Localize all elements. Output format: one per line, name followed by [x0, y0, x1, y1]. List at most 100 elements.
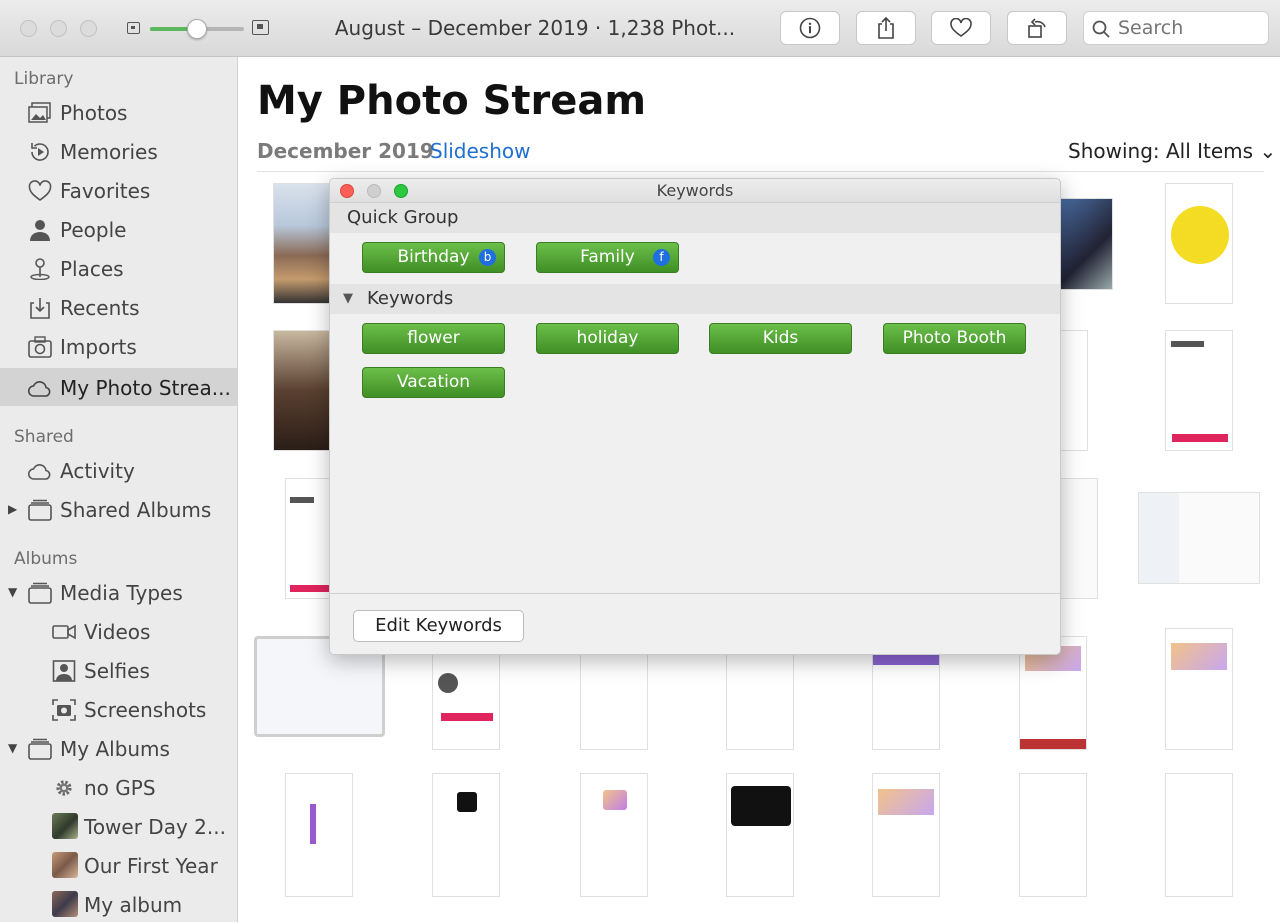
keyword-tag-vacation[interactable]: Vacation	[362, 367, 505, 398]
pin-icon	[30, 258, 50, 280]
keywords-section-label: Keywords	[367, 288, 454, 309]
sidebar-item-tower-day[interactable]: Tower Day 2...	[0, 807, 238, 845]
sidebar-item-recents[interactable]: Recents	[0, 288, 238, 326]
toolbar: August – December 2019 · 1,238 Phot...	[0, 0, 1280, 57]
keyword-tag-kids[interactable]: Kids	[709, 323, 852, 354]
photo-thumbnail[interactable]	[580, 773, 648, 897]
fullscreen-window-button[interactable]	[80, 20, 97, 37]
sidebar-item-screenshots[interactable]: Screenshots	[0, 690, 238, 728]
keyword-tag-flower[interactable]: flower	[362, 323, 505, 354]
sidebar-item-no-gps[interactable]: no GPS	[0, 768, 238, 806]
quick-group-tag-birthday[interactable]: Birthday b	[362, 242, 505, 273]
zoom-slider-knob[interactable]	[187, 19, 207, 39]
rotate-button[interactable]	[1007, 11, 1067, 45]
photo-thumbnail[interactable]	[872, 654, 940, 750]
tag-label: Family	[580, 247, 635, 267]
page-title: My Photo Stream	[257, 78, 647, 124]
photo-thumbnail[interactable]	[285, 773, 353, 897]
sidebar-item-label: People	[60, 218, 127, 242]
sidebar-item-label: Memories	[60, 140, 158, 164]
share-button[interactable]	[856, 11, 916, 45]
photo-thumbnail[interactable]	[1165, 628, 1233, 750]
screenshot-icon	[52, 699, 76, 721]
disclosure-down-icon[interactable]: ▼	[8, 585, 17, 599]
sidebar-item-label: Photos	[60, 101, 128, 125]
thumbnail-graphic	[603, 790, 627, 810]
sidebar-item-imports[interactable]: Imports	[0, 327, 238, 365]
keyword-tag-holiday[interactable]: holiday	[536, 323, 679, 354]
sidebar-item-people[interactable]: People	[0, 210, 238, 248]
sidebar-item-label: My Photo Strea...	[60, 376, 231, 400]
photo-thumbnail[interactable]	[273, 330, 333, 451]
minimize-panel-button[interactable]	[367, 184, 381, 198]
sidebar-item-favorites[interactable]: Favorites	[0, 171, 238, 209]
sidebar-item-label: Tower Day 2...	[84, 815, 226, 839]
cloud-icon	[28, 381, 51, 397]
photo-thumbnail[interactable]	[273, 183, 333, 304]
zoom-in-icon[interactable]	[252, 20, 269, 35]
photo-thumbnail[interactable]	[726, 773, 794, 897]
close-panel-button[interactable]	[340, 184, 354, 198]
shortcut-badge: b	[479, 249, 496, 266]
zoom-out-icon[interactable]	[127, 22, 140, 34]
photo-thumbnail[interactable]	[285, 478, 335, 599]
disclosure-right-icon[interactable]: ▶	[8, 502, 17, 516]
sidebar-item-memories[interactable]: Memories	[0, 132, 238, 170]
person-icon	[30, 220, 50, 241]
edit-keywords-button[interactable]: Edit Keywords	[353, 610, 524, 642]
sidebar-item-places[interactable]: Places	[0, 249, 238, 287]
keyword-tag-photo-booth[interactable]: Photo Booth	[883, 323, 1026, 354]
camera-icon	[28, 336, 52, 358]
photo-thumbnail[interactable]	[726, 654, 794, 750]
shortcut-badge: f	[653, 249, 670, 266]
chevron-down-icon: ⌄	[1259, 139, 1277, 163]
library-header: Library	[14, 69, 74, 89]
sidebar: Library Photos Memories Favorites People…	[0, 57, 238, 922]
thumbnail-graphic	[1171, 643, 1227, 670]
tag-label: Photo Booth	[902, 328, 1007, 348]
sidebar-item-my-album[interactable]: My album	[0, 885, 238, 923]
albums-header: Albums	[14, 549, 78, 569]
sidebar-item-shared-albums[interactable]: ▶ Shared Albums	[0, 490, 238, 528]
thumbnail-graphic	[873, 655, 939, 665]
slideshow-link[interactable]: Slideshow	[430, 139, 531, 163]
window-title: August – December 2019 · 1,238 Phot...	[334, 16, 736, 40]
sidebar-item-our-first-year[interactable]: Our First Year	[0, 846, 238, 884]
keywords-section-header[interactable]: ▼ Keywords	[330, 284, 1060, 314]
disclosure-down-icon: ▼	[343, 291, 353, 306]
photo-thumbnail[interactable]	[580, 654, 648, 750]
keywords-panel-title: Keywords	[330, 179, 1060, 203]
moment-date: December 2019	[257, 139, 434, 163]
minimize-window-button[interactable]	[50, 20, 67, 37]
tag-label: Birthday	[397, 247, 470, 267]
sidebar-item-my-albums[interactable]: ▼ My Albums	[0, 729, 238, 767]
sidebar-item-media-types[interactable]: ▼ Media Types	[0, 573, 238, 611]
disclosure-down-icon[interactable]: ▼	[8, 741, 17, 755]
sidebar-item-my-photo-stream[interactable]: My Photo Strea...	[0, 368, 238, 406]
photo-thumbnail[interactable]	[872, 773, 940, 897]
photo-thumbnail[interactable]	[1058, 478, 1098, 599]
sidebar-item-label: Screenshots	[84, 698, 207, 722]
info-button[interactable]	[780, 11, 840, 45]
showing-filter[interactable]: Showing: All Items ⌄	[1068, 139, 1276, 163]
photo-thumbnail[interactable]	[1165, 330, 1233, 451]
sidebar-item-photos[interactable]: Photos	[0, 93, 238, 131]
photo-thumbnail[interactable]	[432, 773, 500, 897]
favorite-button[interactable]	[931, 11, 991, 45]
zoom-panel-button[interactable]	[394, 184, 408, 198]
sidebar-item-activity[interactable]: Activity	[0, 451, 238, 489]
sidebar-item-selfies[interactable]: Selfies	[0, 651, 238, 689]
search-icon	[1092, 20, 1110, 38]
photo-thumbnail[interactable]	[1138, 492, 1260, 584]
close-window-button[interactable]	[20, 20, 37, 37]
photo-thumbnail[interactable]	[1165, 773, 1233, 897]
photo-thumbnail[interactable]	[1058, 330, 1088, 451]
search-input[interactable]	[1118, 17, 1258, 39]
photo-thumbnail[interactable]	[1019, 773, 1087, 897]
sidebar-item-videos[interactable]: Videos	[0, 612, 238, 650]
photo-thumbnail[interactable]	[1058, 198, 1113, 290]
quick-group-header: Quick Group	[330, 203, 1060, 233]
quick-group-tag-family[interactable]: Family f	[536, 242, 679, 273]
video-camera-icon	[52, 624, 76, 640]
photo-thumbnail[interactable]	[1165, 183, 1233, 304]
